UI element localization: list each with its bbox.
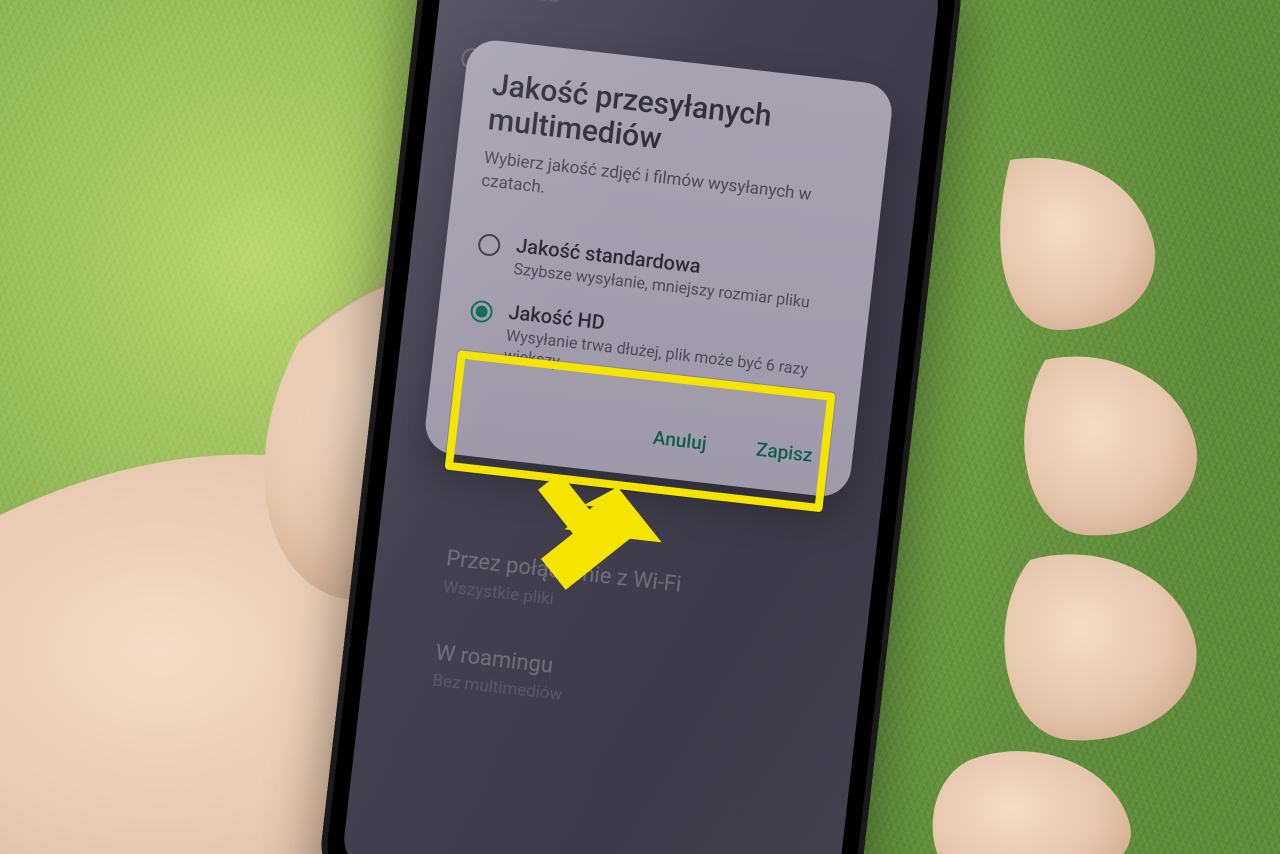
photo-stage: Zarządzaj pamięcią 4,6 GB Użycie sieci: [0, 0, 1280, 854]
phone: Zarządzaj pamięcią 4,6 GB Użycie sieci: [316, 0, 967, 854]
screen-glare: [340, 0, 942, 854]
phone-screen: Zarządzaj pamięcią 4,6 GB Użycie sieci: [340, 0, 942, 854]
